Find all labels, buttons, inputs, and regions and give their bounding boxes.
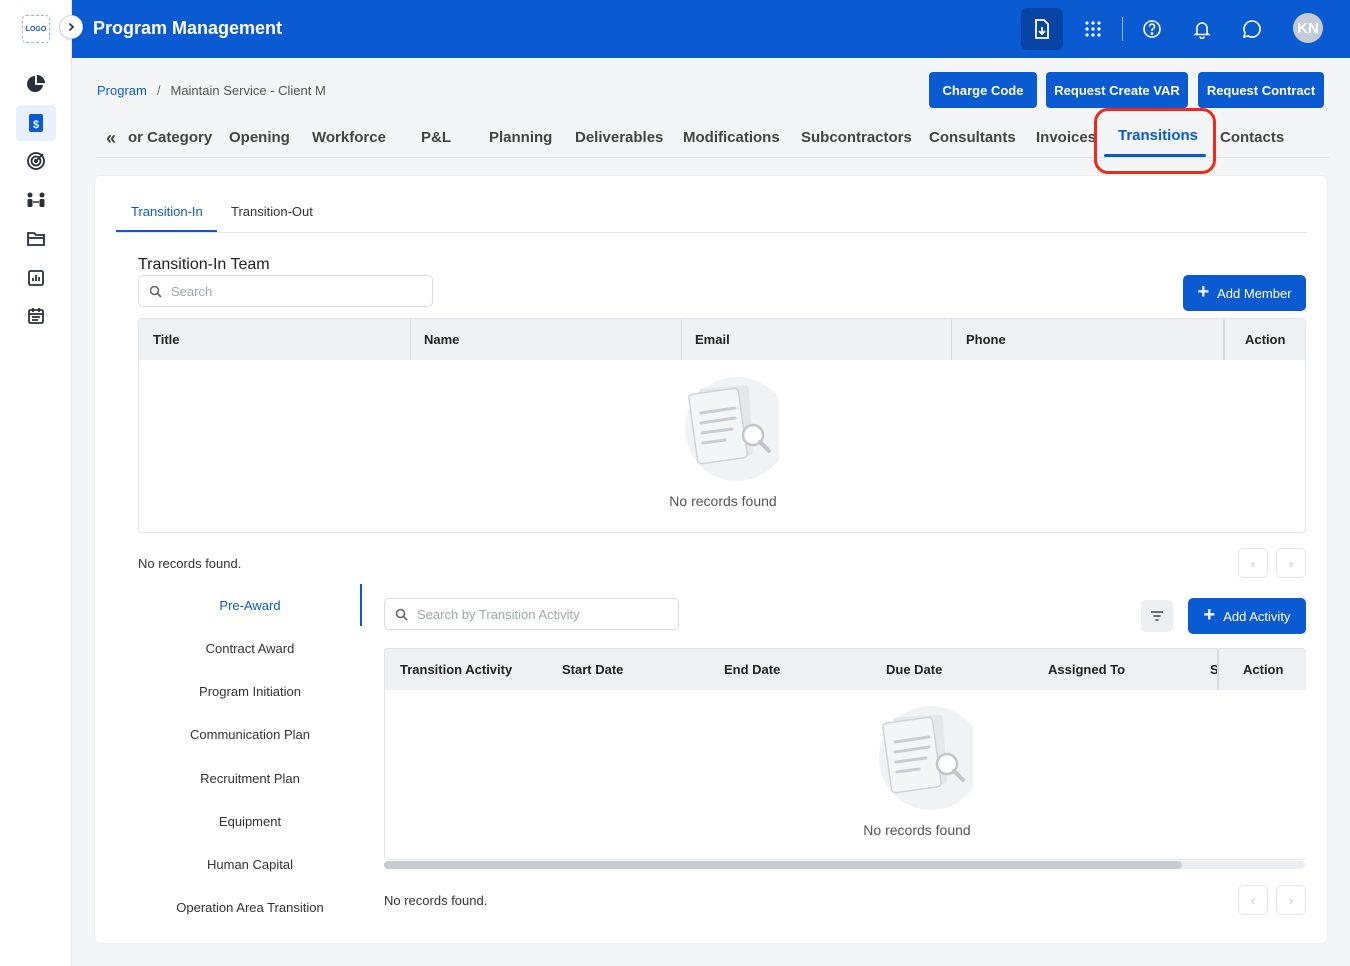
column-name[interactable]: Name — [424, 332, 459, 347]
request-contract-button[interactable]: Request Contract — [1198, 72, 1324, 108]
rail-toggle-button[interactable] — [59, 15, 83, 39]
help-icon — [1143, 20, 1161, 38]
activity-search-box — [384, 598, 679, 630]
activity-records-text: No records found. — [384, 893, 488, 908]
phase-human-capital[interactable]: Human Capital — [140, 857, 360, 872]
team-icon[interactable] — [22, 186, 50, 214]
activity-empty-state: No records found — [817, 704, 1017, 838]
tab-consultants[interactable]: Consultants — [929, 129, 1016, 146]
column-due-date[interactable]: Due Date — [886, 662, 942, 677]
program-dollar-icon[interactable]: $ — [16, 105, 56, 141]
team-section-title: Transition-In Team — [138, 256, 270, 273]
notifications-button[interactable] — [1181, 8, 1223, 50]
activity-prev-page-button[interactable]: ‹ — [1238, 885, 1268, 915]
column-activity-action: Action — [1243, 662, 1284, 677]
tab-transition-in[interactable]: Transition-In — [131, 204, 203, 219]
file-download-icon — [1035, 19, 1049, 39]
app-header: Program Management KN — [72, 0, 1350, 58]
filter-button[interactable] — [1141, 600, 1173, 632]
request-create-var-button[interactable]: Request Create VAR — [1046, 72, 1188, 108]
add-activity-button[interactable]: + Add Activity — [1188, 598, 1306, 634]
apps-grid-button[interactable] — [1072, 8, 1114, 50]
team-empty-state: No records found — [623, 375, 823, 509]
app-title: Program Management — [93, 18, 283, 38]
left-rail: LOGO $ — [0, 0, 72, 966]
tab-modifications[interactable]: Modifications — [683, 129, 780, 146]
transition-sub-tabs: Transition-In Transition-Out — [116, 194, 1307, 233]
phase-equipment[interactable]: Equipment — [140, 814, 360, 829]
tab-category[interactable]: or Category — [128, 129, 212, 146]
team-empty-text: No records found — [669, 493, 777, 509]
scrollbar-thumb[interactable] — [384, 861, 1182, 869]
transitions-highlight-annotation — [1094, 108, 1216, 174]
activity-table-header: Transition Activity Start Date End Date … — [385, 649, 1306, 690]
charge-code-button[interactable]: Charge Code — [929, 72, 1037, 108]
report-chart-icon[interactable] — [22, 264, 50, 292]
phase-communication-plan[interactable]: Communication Plan — [140, 727, 360, 742]
header-divider — [1122, 17, 1123, 41]
chat-icon — [1242, 20, 1261, 39]
activity-search-input[interactable] — [417, 606, 658, 622]
calendar-icon[interactable] — [22, 302, 50, 330]
team-records-text: No records found. — [138, 556, 242, 571]
filter-icon — [1151, 611, 1163, 621]
column-action: Action — [1245, 332, 1286, 347]
column-title[interactable]: Title — [153, 332, 180, 347]
help-button[interactable] — [1131, 8, 1173, 50]
chevron-right-icon — [68, 22, 75, 32]
svg-text:$: $ — [33, 119, 39, 131]
target-icon[interactable] — [22, 147, 50, 175]
folder-icon[interactable] — [22, 225, 50, 253]
activity-next-page-button[interactable]: › — [1276, 885, 1306, 915]
user-avatar[interactable]: KN — [1293, 13, 1323, 43]
no-records-illustration-icon — [879, 706, 973, 810]
bell-icon — [1193, 22, 1211, 39]
column-email[interactable]: Email — [695, 332, 730, 347]
plus-icon: + — [1197, 281, 1210, 303]
tab-opening[interactable]: Opening — [229, 129, 290, 146]
phase-pre-award[interactable]: Pre-Award — [140, 598, 360, 613]
column-assigned-to[interactable]: Assigned To — [1048, 662, 1125, 677]
team-search-box — [138, 275, 433, 307]
breadcrumb: Program / Maintain Service - Client M — [97, 83, 326, 98]
search-icon — [149, 285, 162, 298]
search-icon — [395, 608, 408, 621]
download-button[interactable] — [1021, 8, 1063, 50]
tab-invoices[interactable]: Invoices — [1036, 129, 1096, 146]
chat-button[interactable] — [1231, 8, 1273, 50]
team-table-header: Title Name Email Phone Action — [139, 319, 1305, 360]
grid-icon — [1085, 21, 1101, 37]
no-records-illustration-icon — [685, 377, 779, 481]
tab-pnl[interactable]: P&L — [421, 129, 451, 146]
activity-table-scrollbar[interactable] — [384, 861, 1305, 869]
team-search-input[interactable] — [171, 283, 412, 299]
tab-planning[interactable]: Planning — [489, 129, 552, 146]
tab-subcontractors[interactable]: Subcontractors — [801, 129, 912, 146]
activity-empty-text: No records found — [863, 822, 971, 838]
tab-contacts[interactable]: Contacts — [1220, 129, 1284, 146]
column-phone[interactable]: Phone — [966, 332, 1006, 347]
phase-contract-award[interactable]: Contract Award — [140, 641, 360, 656]
phase-program-initiation[interactable]: Program Initiation — [140, 684, 360, 699]
pie-chart-icon[interactable] — [22, 70, 50, 98]
column-end-date[interactable]: End Date — [724, 662, 780, 677]
tab-transition-out[interactable]: Transition-Out — [231, 204, 313, 219]
breadcrumb-current: Maintain Service - Client M — [170, 83, 326, 98]
activity-table: Transition Activity Start Date End Date … — [384, 648, 1306, 860]
sub-tab-underline — [116, 230, 217, 232]
team-table: Title Name Email Phone Action No records… — [138, 318, 1306, 533]
phase-operation-area-transition[interactable]: Operation Area Transition — [140, 900, 360, 915]
tab-deliverables[interactable]: Deliverables — [575, 129, 663, 146]
phase-recruitment-plan[interactable]: Recruitment Plan — [140, 771, 360, 786]
breadcrumb-program-link[interactable]: Program — [97, 83, 147, 98]
team-prev-page-button[interactable]: ‹ — [1238, 548, 1268, 578]
logo: LOGO — [22, 15, 50, 43]
phase-active-indicator — [360, 584, 362, 626]
plus-icon: + — [1203, 604, 1216, 626]
tab-workforce[interactable]: Workforce — [312, 129, 386, 146]
column-transition-activity[interactable]: Transition Activity — [400, 662, 512, 677]
team-next-page-button[interactable]: › — [1276, 548, 1306, 578]
add-member-button[interactable]: + Add Member — [1183, 275, 1306, 311]
column-start-date[interactable]: Start Date — [562, 662, 623, 677]
